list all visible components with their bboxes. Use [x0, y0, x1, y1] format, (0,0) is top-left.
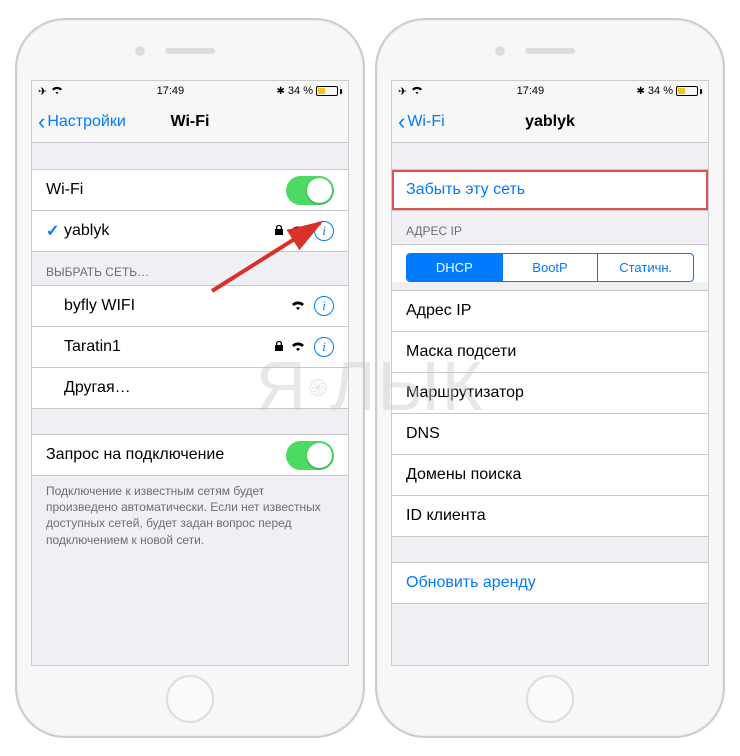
navbar: ‹ Wi-Fi yablyk — [392, 101, 708, 143]
info-icon[interactable]: i — [314, 296, 334, 316]
status-time: 17:49 — [157, 85, 185, 97]
back-button[interactable]: ‹ Настройки — [32, 113, 126, 131]
phone-camera — [495, 46, 505, 56]
field-label: Домены поиска — [406, 466, 521, 484]
ask-to-join-label: Запрос на подключение — [46, 446, 224, 464]
wifi-toggle[interactable] — [286, 176, 334, 205]
field-search-domains[interactable]: Домены поиска — [392, 454, 708, 496]
group-ip-label: АДРЕС IP — [392, 210, 708, 244]
battery-percent: 34 % — [288, 85, 313, 97]
phone-left: ✈︎ 17:49 ✱ 34 % ‹ Настройки Wi-Fi — [15, 18, 365, 738]
field-dns[interactable]: DNS — [392, 413, 708, 455]
wifi-status-icon — [50, 85, 64, 98]
status-bar: ✈︎ 17:49 ✱ 34 % — [32, 81, 348, 101]
phone-right: ✈︎ 17:49 ✱ 34 % ‹ Wi-Fi yablyk — [375, 18, 725, 738]
back-label: Wi-Fi — [407, 113, 444, 131]
field-ip-address[interactable]: Адрес IP — [392, 290, 708, 332]
wifi-icon — [290, 224, 306, 239]
airplane-icon: ✈︎ — [398, 85, 407, 98]
network-row[interactable]: Taratin1 i — [32, 326, 348, 368]
seg-dhcp[interactable]: DHCP — [407, 254, 502, 281]
back-label: Настройки — [47, 113, 125, 131]
lock-icon — [274, 340, 284, 355]
battery-percent: 34 % — [648, 85, 673, 97]
battery-icon — [316, 86, 342, 96]
back-button[interactable]: ‹ Wi-Fi — [392, 113, 445, 131]
phone-speaker — [525, 48, 575, 54]
connected-network-name: yablyk — [64, 222, 109, 240]
battery-icon — [676, 86, 702, 96]
seg-static[interactable]: Статичн. — [597, 254, 693, 281]
airplane-icon: ✈︎ — [38, 85, 47, 98]
network-name: byfly WIFI — [64, 297, 135, 315]
checkmark-icon: ✓ — [46, 221, 64, 241]
status-bar: ✈︎ 17:49 ✱ 34 % — [392, 81, 708, 101]
field-label: Маска подсети — [406, 343, 516, 361]
bluetooth-icon: ✱ — [637, 86, 645, 97]
navbar: ‹ Настройки Wi-Fi — [32, 101, 348, 143]
connected-network-row[interactable]: ✓ yablyk i — [32, 210, 348, 252]
info-icon[interactable]: i — [314, 221, 334, 241]
field-subnet-mask[interactable]: Маска подсети — [392, 331, 708, 373]
wifi-toggle-label: Wi-Fi — [46, 181, 83, 199]
renew-lease-label: Обновить аренду — [406, 574, 536, 592]
ask-to-join-toggle[interactable] — [286, 441, 334, 470]
home-button[interactable] — [526, 675, 574, 723]
field-label: Маршрутизатор — [406, 384, 524, 402]
field-label: ID клиента — [406, 507, 486, 525]
renew-lease-button[interactable]: Обновить аренду — [392, 562, 708, 604]
network-name: Taratin1 — [64, 338, 121, 356]
field-client-id[interactable]: ID клиента — [392, 495, 708, 537]
forget-network-button[interactable]: Забыть эту сеть — [392, 169, 708, 211]
field-label: Адрес IP — [406, 302, 471, 320]
wifi-icon — [290, 340, 306, 355]
other-network-label: Другая… — [64, 379, 131, 397]
wifi-icon — [290, 299, 306, 314]
other-network-row[interactable]: Другая… — [32, 367, 348, 409]
screen-wifi-list: ✈︎ 17:49 ✱ 34 % ‹ Настройки Wi-Fi — [31, 80, 349, 666]
group-select-label: ВЫБРАТЬ СЕТЬ… — [32, 251, 348, 285]
wifi-status-icon — [410, 85, 424, 98]
wifi-toggle-row: Wi-Fi — [32, 169, 348, 211]
phone-camera — [135, 46, 145, 56]
ip-mode-segmented[interactable]: DHCP BootP Статичн. — [406, 253, 694, 282]
phone-speaker — [165, 48, 215, 54]
network-row[interactable]: byfly WIFI i — [32, 285, 348, 327]
home-button[interactable] — [166, 675, 214, 723]
lock-icon — [274, 224, 284, 239]
seg-bootp[interactable]: BootP — [502, 254, 598, 281]
info-icon[interactable]: i — [314, 337, 334, 357]
ask-to-join-footer: Подключение к известным сетям будет прои… — [32, 475, 348, 556]
forget-network-label: Забыть эту сеть — [406, 181, 525, 199]
field-router[interactable]: Маршрутизатор — [392, 372, 708, 414]
screen-network-detail: ✈︎ 17:49 ✱ 34 % ‹ Wi-Fi yablyk — [391, 80, 709, 666]
bluetooth-icon: ✱ — [277, 86, 285, 97]
status-time: 17:49 — [517, 85, 545, 97]
ask-to-join-row: Запрос на подключение — [32, 434, 348, 476]
field-label: DNS — [406, 425, 440, 443]
